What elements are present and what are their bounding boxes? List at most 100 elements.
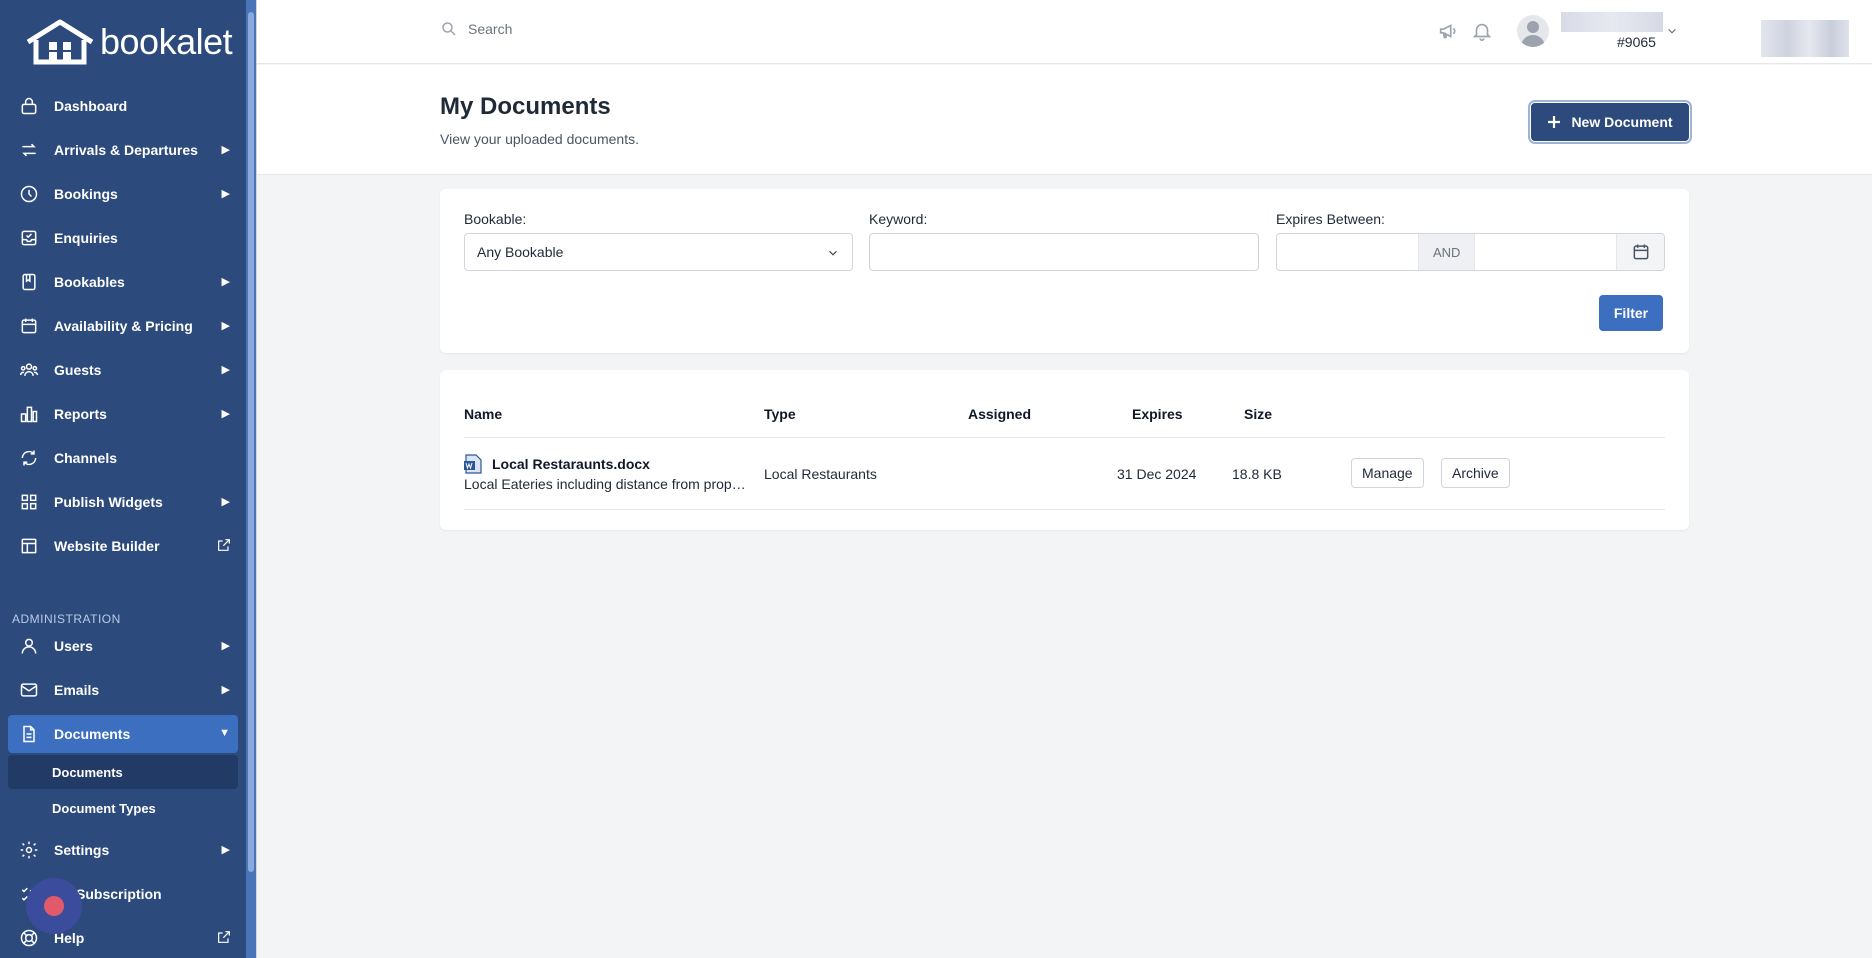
sidebar-item-emails[interactable]: Emails ▶: [8, 671, 238, 709]
keyword-input[interactable]: [869, 233, 1259, 271]
column-header-size[interactable]: Size: [1244, 406, 1272, 422]
sidebar-item-label: Availability & Pricing: [54, 318, 193, 334]
new-document-button[interactable]: New Document: [1528, 100, 1692, 144]
sidebar-item-label: Channels: [54, 450, 118, 466]
sidebar-item-label: Bookings: [54, 186, 118, 202]
column-header-type[interactable]: Type: [764, 406, 796, 422]
expires-from-input[interactable]: [1277, 234, 1418, 270]
search-icon: [442, 22, 456, 36]
caret-right-icon: ▶: [221, 684, 230, 696]
sidebar-item-label: Guests: [54, 362, 102, 378]
sidebar-item-arrivals-departures[interactable]: Arrivals & Departures ▶: [8, 131, 238, 169]
bookable-label: Bookable:: [464, 211, 527, 227]
sidebar-subitem-documents[interactable]: Documents: [8, 755, 238, 789]
record-dot-icon: [44, 896, 64, 916]
caret-right-icon: ▶: [221, 320, 230, 332]
sidebar-item-users[interactable]: Users ▶: [8, 627, 238, 665]
sidebar-item-publish-widgets[interactable]: Publish Widgets ▶: [8, 483, 238, 521]
keyword-label: Keyword:: [869, 211, 928, 227]
caret-right-icon: ▶: [221, 496, 230, 508]
column-header-assigned[interactable]: Assigned: [968, 406, 1031, 422]
chat-launcher-button[interactable]: [26, 878, 82, 934]
document-expires: 31 Dec 2024: [1117, 466, 1197, 482]
external-link-icon: [216, 537, 232, 556]
sidebar-item-dashboard[interactable]: Dashboard: [8, 87, 238, 125]
megaphone-icon[interactable]: [1437, 20, 1459, 47]
swap-arrows-icon: [18, 139, 40, 161]
plus-icon: [1548, 116, 1561, 128]
caret-right-icon: ▶: [221, 364, 230, 376]
divider: [464, 509, 1665, 510]
bookable-select-value: Any Bookable: [477, 244, 564, 260]
expires-between-label: Expires Between:: [1276, 211, 1385, 227]
brand-logo[interactable]: bookalet: [24, 18, 233, 66]
layout-icon: [18, 535, 40, 557]
caret-right-icon: ▶: [221, 188, 230, 200]
sidebar-item-documents[interactable]: Documents ▼: [8, 715, 238, 753]
avatar[interactable]: [1517, 15, 1549, 47]
grid-icon: [18, 491, 40, 513]
bar-chart-icon: [18, 403, 40, 425]
sidebar-item-bookables[interactable]: Bookables ▶: [8, 263, 238, 301]
divider: [464, 437, 1665, 438]
sidebar-item-reports[interactable]: Reports ▶: [8, 395, 238, 433]
word-document-icon: [464, 454, 482, 474]
page-subtitle: View your uploaded documents.: [440, 131, 639, 147]
sidebar-item-label: Subscription: [76, 886, 162, 902]
sidebar-item-channels[interactable]: Channels: [8, 439, 238, 477]
sidebar-item-label: Publish Widgets: [54, 494, 163, 510]
sidebar-item-label: Website Builder: [54, 538, 160, 554]
bookable-select[interactable]: Any Bookable: [464, 233, 853, 271]
sidebar-item-settings[interactable]: Settings ▶: [8, 831, 238, 869]
sidebar-item-label: Bookables: [54, 274, 125, 290]
sidebar-item-website-builder[interactable]: Website Builder: [8, 527, 238, 565]
caret-right-icon: ▶: [221, 844, 230, 856]
filter-button[interactable]: Filter: [1599, 295, 1663, 331]
caret-down-icon: ▼: [219, 727, 230, 739]
clock-icon: [18, 183, 40, 205]
book-icon: [18, 271, 40, 293]
admin-section-label: ADMINISTRATION: [12, 612, 121, 626]
bell-icon[interactable]: [1471, 20, 1493, 47]
document-name-link[interactable]: Local Restaraunts.docx: [492, 456, 650, 472]
top-bar: #9065: [257, 0, 1872, 64]
document-icon: [18, 723, 40, 745]
column-header-name[interactable]: Name: [464, 406, 502, 422]
refresh-icon: [18, 447, 40, 469]
document-size: 18.8 KB: [1232, 466, 1282, 482]
manage-button[interactable]: Manage: [1351, 458, 1424, 488]
sidebar-item-label: Settings: [54, 842, 110, 858]
user-name-redacted: [1561, 12, 1663, 32]
chevron-down-icon[interactable]: [1665, 24, 1679, 43]
company-logo-redacted: [1761, 20, 1849, 57]
inbox-icon: [18, 227, 40, 249]
and-separator: AND: [1418, 234, 1476, 270]
sidebar-item-guests[interactable]: Guests ▶: [8, 351, 238, 389]
scrollbar-thumb[interactable]: [248, 12, 254, 872]
column-header-expires[interactable]: Expires: [1132, 406, 1183, 422]
sidebar-item-enquiries[interactable]: Enquiries: [8, 219, 238, 257]
caret-right-icon: ▶: [221, 408, 230, 420]
calendar-icon[interactable]: [1616, 234, 1664, 270]
sidebar-subitem-document-types[interactable]: Document Types: [8, 791, 238, 825]
lifebuoy-icon: [18, 927, 40, 949]
search-box[interactable]: [440, 20, 768, 38]
archive-button[interactable]: Archive: [1441, 458, 1510, 488]
sidebar-item-label: Reports: [54, 406, 107, 422]
sidebar-item-availability-pricing[interactable]: Availability & Pricing ▶: [8, 307, 238, 345]
caret-right-icon: ▶: [221, 640, 230, 652]
mail-icon: [18, 679, 40, 701]
sidebar-item-bookings[interactable]: Bookings ▶: [8, 175, 238, 213]
page-header: My Documents View your uploaded document…: [257, 65, 1872, 175]
gear-icon: [18, 839, 40, 861]
sidebar-item-label: Arrivals & Departures: [54, 142, 198, 158]
expires-to-input[interactable]: [1475, 234, 1617, 270]
calendar-icon: [18, 315, 40, 337]
chevron-down-icon: [826, 246, 840, 263]
search-input[interactable]: [468, 21, 768, 37]
sidebar-scrollbar[interactable]: [246, 0, 256, 958]
external-link-icon: [216, 929, 232, 948]
filter-panel: Bookable: Any Bookable Keyword: Expires …: [440, 189, 1689, 353]
documents-table: Name Type Assigned Expires Size Local Re…: [440, 370, 1689, 530]
caret-right-icon: ▶: [221, 144, 230, 156]
